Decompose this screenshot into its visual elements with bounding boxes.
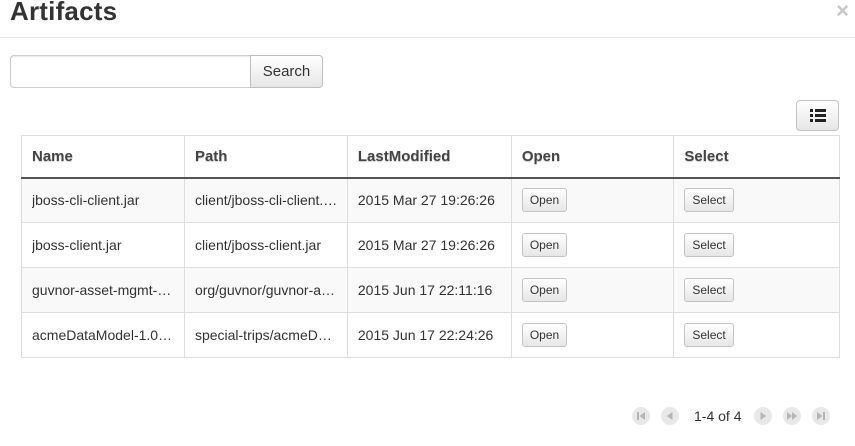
artifact-path: special-trips/acmeD… xyxy=(194,327,332,343)
search-input[interactable] xyxy=(10,55,250,88)
table-row: guvnor-asset-mgmt-… org/guvnor/guvnor-a…… xyxy=(21,267,840,313)
close-icon[interactable]: × xyxy=(836,0,849,24)
search-bar: Search xyxy=(10,55,323,88)
last-page-icon xyxy=(817,412,826,420)
name-cell: jboss-client.jar xyxy=(21,222,185,268)
column-header-lastmodified[interactable]: LastModified xyxy=(347,135,512,179)
path-cell: client/jboss-client.jar xyxy=(184,222,348,268)
prev-page-icon xyxy=(667,412,673,420)
open-cell: Open xyxy=(511,177,675,223)
open-button[interactable]: Open xyxy=(521,233,568,257)
artifact-name: jboss-cli-client.jar xyxy=(32,192,140,209)
path-cell: client/jboss-cli-client.… xyxy=(184,177,348,223)
lastmodified-cell: 2015 Mar 27 19:26:26 xyxy=(347,177,512,223)
select-cell: Select xyxy=(673,222,840,268)
open-button[interactable]: Open xyxy=(521,188,568,213)
artifact-name: guvnor-asset-mgmt-… xyxy=(32,282,172,298)
table-row: jboss-cli-client.jar client/jboss-cli-cl… xyxy=(21,177,840,223)
name-cell: guvnor-asset-mgmt-… xyxy=(21,267,185,313)
open-button[interactable]: Open xyxy=(521,278,568,302)
select-button[interactable]: Select xyxy=(684,233,734,257)
name-cell: jboss-cli-client.jar xyxy=(21,177,185,223)
open-cell: Open xyxy=(511,312,675,358)
open-cell: Open xyxy=(511,222,675,268)
table-row: acmeDataModel-1.0… special-trips/acmeD… … xyxy=(21,312,840,358)
prev-page-button[interactable] xyxy=(661,407,679,425)
select-button[interactable]: Select xyxy=(684,278,734,302)
table-row: jboss-client.jar client/jboss-client.jar… xyxy=(21,222,840,268)
select-cell: Select xyxy=(673,267,840,313)
open-button[interactable]: Open xyxy=(521,323,568,347)
artifact-path: client/jboss-client.jar xyxy=(194,237,321,253)
next-page-icon xyxy=(760,412,767,420)
column-header-name[interactable]: Name xyxy=(21,135,185,179)
select-cell: Select xyxy=(673,312,840,358)
dialog-header: Artifacts × xyxy=(0,0,855,38)
lastmodified-cell: 2015 Mar 27 19:26:26 xyxy=(347,222,512,268)
next-page-button[interactable] xyxy=(754,407,773,425)
first-page-button[interactable] xyxy=(632,407,650,425)
fast-forward-icon xyxy=(787,412,798,420)
artifact-name: jboss-client.jar xyxy=(32,237,122,253)
column-header-open[interactable]: Open xyxy=(511,135,675,179)
column-header-select[interactable]: Select xyxy=(673,135,840,179)
column-header-path[interactable]: Path xyxy=(184,135,348,179)
column-toggle-button[interactable] xyxy=(796,100,839,131)
artifacts-table: Name Path LastModified Open Select jboss… xyxy=(21,135,840,358)
dialog-title: Artifacts xyxy=(10,0,118,26)
artifact-name: acmeDataModel-1.0… xyxy=(32,327,173,343)
fast-forward-button[interactable] xyxy=(783,407,802,425)
search-button[interactable]: Search xyxy=(250,55,323,88)
path-cell: special-trips/acmeD… xyxy=(184,312,348,358)
open-cell: Open xyxy=(511,267,675,313)
page-range-text: 1-4 of 4 xyxy=(694,408,742,424)
name-cell: acmeDataModel-1.0… xyxy=(21,312,185,358)
artifact-path: client/jboss-cli-client.… xyxy=(194,192,338,209)
first-page-icon xyxy=(637,412,645,420)
list-icon xyxy=(809,109,826,122)
table-header-row: Name Path LastModified Open Select xyxy=(21,135,840,179)
last-page-button[interactable] xyxy=(812,407,831,425)
pagination: 1-4 of 4 xyxy=(632,406,841,426)
lastmodified-cell: 2015 Jun 17 22:11:16 xyxy=(347,267,512,313)
path-cell: org/guvnor/guvnor-a… xyxy=(184,267,348,313)
artifact-path: org/guvnor/guvnor-a… xyxy=(194,282,336,298)
select-button[interactable]: Select xyxy=(684,323,734,347)
lastmodified-cell: 2015 Jun 17 22:24:26 xyxy=(347,312,512,358)
select-button[interactable]: Select xyxy=(684,188,734,213)
select-cell: Select xyxy=(673,177,840,223)
